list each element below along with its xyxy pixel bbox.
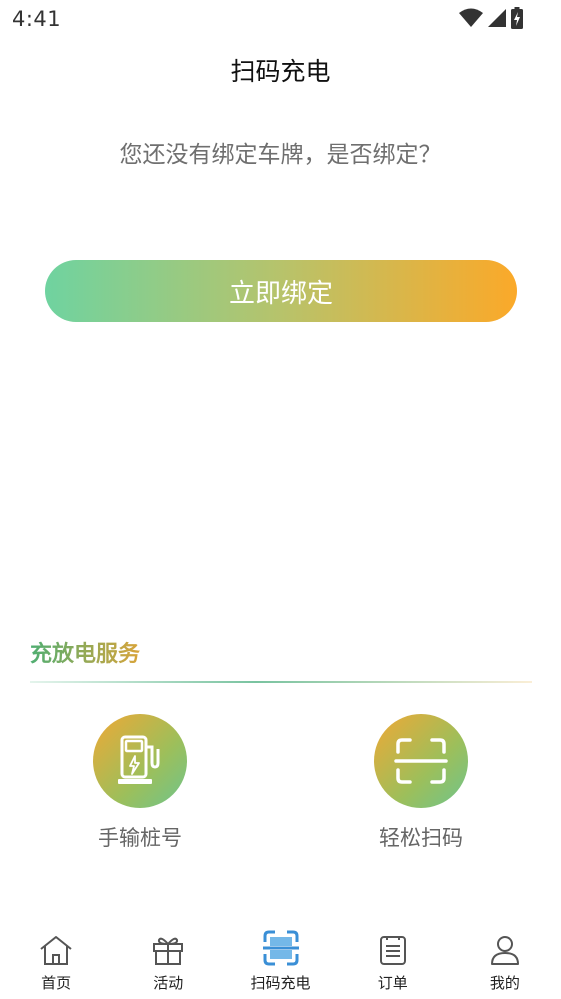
user-icon xyxy=(490,936,519,965)
tab-home[interactable]: 首页 xyxy=(0,922,112,999)
tab-home-label: 首页 xyxy=(41,974,72,992)
scan-frame-icon xyxy=(394,738,448,784)
manual-pile-circle xyxy=(93,714,187,808)
tab-activity[interactable]: 活动 xyxy=(112,922,224,999)
easy-scan-button[interactable]: 轻松扫码 xyxy=(341,714,501,852)
tab-scan-charge[interactable]: 扫码充电 xyxy=(224,922,336,999)
cell-signal-icon xyxy=(488,9,506,27)
tab-mine-label: 我的 xyxy=(489,974,520,992)
easy-scan-label: 轻松扫码 xyxy=(379,826,463,850)
page-title: 扫码充电 xyxy=(230,57,331,86)
scan-icon xyxy=(262,930,299,966)
section-divider xyxy=(30,681,532,683)
bottom-tab-bar: 首页 活动 扫码充电 订单 我的 xyxy=(0,922,561,999)
easy-scan-circle xyxy=(374,714,468,808)
status-time: 4:41 xyxy=(12,7,62,31)
manual-pile-label: 手输桩号 xyxy=(98,826,182,850)
order-icon xyxy=(379,936,406,965)
bind-now-button[interactable]: 立即绑定 xyxy=(45,260,517,322)
wifi-icon xyxy=(459,8,483,27)
status-bar: 4:41 xyxy=(0,0,561,40)
gift-icon xyxy=(153,937,184,965)
battery-icon xyxy=(511,7,523,29)
manual-pile-number-button[interactable]: 手输桩号 xyxy=(60,714,220,852)
tab-orders[interactable]: 订单 xyxy=(337,922,449,999)
bind-plate-prompt: 您还没有绑定车牌，是否绑定？ xyxy=(119,142,442,168)
status-icons xyxy=(459,7,523,29)
tab-orders-label: 订单 xyxy=(377,974,408,992)
charging-pile-icon xyxy=(118,735,160,784)
tab-scan-charge-label: 扫码充电 xyxy=(250,974,311,992)
tab-activity-label: 活动 xyxy=(153,974,184,992)
home-icon xyxy=(40,936,72,965)
tab-mine[interactable]: 我的 xyxy=(449,922,561,999)
services-section-title: 充放电服务 xyxy=(30,636,140,668)
